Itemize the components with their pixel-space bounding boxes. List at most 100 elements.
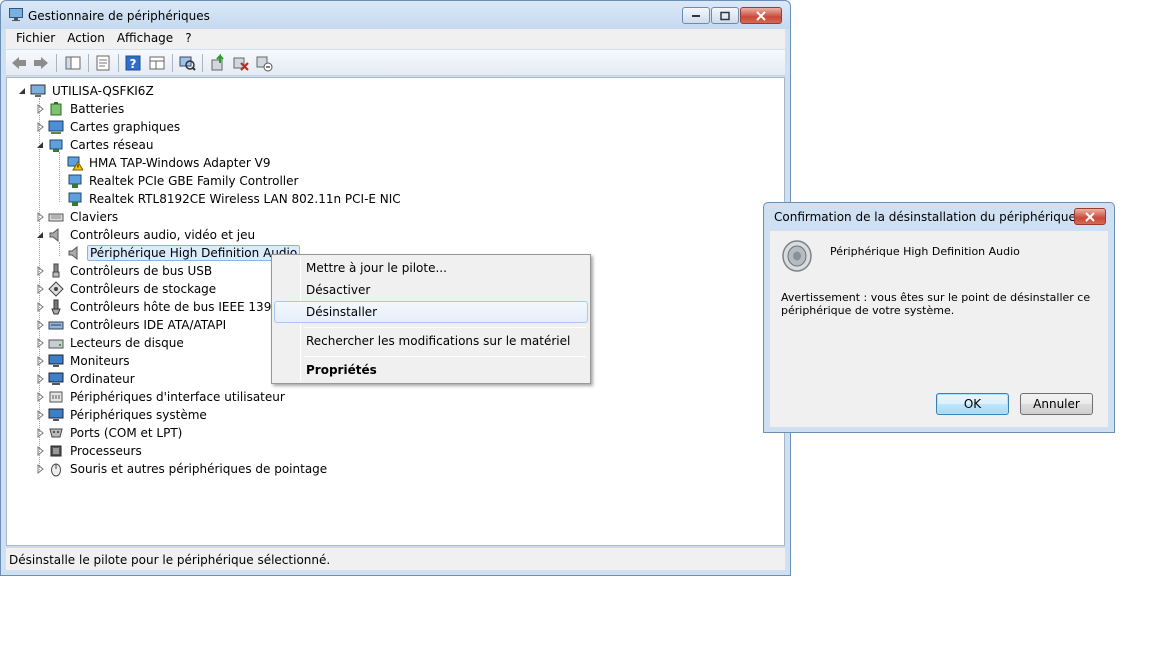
tree-item-peripheriques-systeme[interactable]: Périphériques système <box>35 406 209 424</box>
expand-arrow-icon[interactable] <box>35 392 45 402</box>
expand-arrow-icon[interactable] <box>35 374 45 384</box>
uninstall-icon[interactable] <box>232 54 250 72</box>
view-icon[interactable] <box>148 54 166 72</box>
close-icon <box>756 10 766 21</box>
title-bar[interactable]: Gestionnaire de périphériques <box>1 1 790 29</box>
menu-item-disable[interactable]: Désactiver <box>274 279 588 301</box>
speaker-icon <box>782 240 812 272</box>
expand-arrow-icon[interactable] <box>35 356 45 366</box>
computer-icon <box>48 372 64 385</box>
status-text: Désinstalle le pilote pour le périphériq… <box>9 553 331 567</box>
menu-item-update-driver[interactable]: Mettre à jour le pilote... <box>274 257 588 279</box>
collapse-arrow-icon[interactable] <box>17 86 27 96</box>
expand-arrow-icon[interactable] <box>35 266 45 276</box>
tree-item-hd-audio[interactable]: Périphérique High Definition Audio <box>67 244 301 262</box>
expand-arrow-icon[interactable] <box>35 446 45 456</box>
menu-action[interactable]: Action <box>61 29 111 49</box>
expand-arrow-icon[interactable] <box>35 320 45 330</box>
tree-item-label: Contrôleurs hôte de bus IEEE 1394 <box>70 300 279 314</box>
menu-item-scan-hardware[interactable]: Rechercher les modifications sur le maté… <box>274 330 588 352</box>
tree-item-ordinateur[interactable]: Ordinateur <box>35 370 137 388</box>
monitor-icon <box>48 354 64 367</box>
restore-button[interactable] <box>711 7 739 24</box>
expand-arrow-icon[interactable] <box>35 302 45 312</box>
tree-item-label: Cartes réseau <box>70 138 154 152</box>
context-menu: Mettre à jour le pilote... Désactiver Dé… <box>271 254 591 384</box>
menu-item-uninstall[interactable]: Désinstaller <box>274 301 588 323</box>
forward-arrow-icon[interactable] <box>32 54 50 72</box>
menu-affichage[interactable]: Affichage <box>111 29 179 49</box>
device-manager-icon <box>9 8 23 21</box>
tree-item-batteries[interactable]: Batteries <box>35 100 126 118</box>
help-icon[interactable]: ? <box>124 54 142 72</box>
minimize-button[interactable] <box>682 7 710 24</box>
tree-item-ide[interactable]: Contrôleurs IDE ATA/ATAPI <box>35 316 228 334</box>
mouse-icon <box>51 463 61 477</box>
display-adapter-icon <box>48 120 64 134</box>
properties-icon[interactable] <box>94 54 112 72</box>
tree-item-realtek-gbe[interactable]: Realtek PCIe GBE Family Controller <box>67 172 300 190</box>
scan-hardware-icon[interactable] <box>178 54 196 72</box>
port-icon <box>49 428 63 438</box>
tree-item-cartes-graphiques[interactable]: Cartes graphiques <box>35 118 182 136</box>
tree-item-claviers[interactable]: Claviers <box>35 208 120 226</box>
tree-item-label: Lecteurs de disque <box>70 336 184 350</box>
tree-item-stockage[interactable]: Contrôleurs de stockage <box>35 280 218 298</box>
restore-icon <box>720 11 730 20</box>
show-hide-tree-icon[interactable] <box>64 54 82 72</box>
tree-item-label: Périphériques d'interface utilisateur <box>70 390 285 404</box>
storage-icon <box>48 281 64 297</box>
dialog-title: Confirmation de la désinstallation du pé… <box>774 210 1076 224</box>
close-icon <box>1085 211 1095 222</box>
close-button[interactable] <box>740 7 782 24</box>
menu-fichier[interactable]: Fichier <box>10 29 61 49</box>
disk-icon <box>48 339 64 349</box>
expand-arrow-icon[interactable] <box>35 338 45 348</box>
ok-button[interactable]: OK <box>936 393 1009 415</box>
window-title: Gestionnaire de périphériques <box>28 9 210 23</box>
ide-icon <box>48 321 64 330</box>
tree-item-lecteurs-disque[interactable]: Lecteurs de disque <box>35 334 186 352</box>
tree-root[interactable]: UTILISA-QSFKI6Z <box>17 82 156 100</box>
tree-item-usb[interactable]: Contrôleurs de bus USB <box>35 262 214 280</box>
update-driver-icon[interactable] <box>209 54 227 72</box>
tree-item-moniteurs[interactable]: Moniteurs <box>35 352 132 370</box>
minimize-icon <box>692 14 700 17</box>
processor-icon <box>50 445 62 457</box>
collapse-arrow-icon[interactable] <box>35 140 45 150</box>
expand-arrow-icon[interactable] <box>35 464 45 474</box>
tree-item-processeurs[interactable]: Processeurs <box>35 442 144 460</box>
tree-item-label: Claviers <box>70 210 119 224</box>
cancel-button[interactable]: Annuler <box>1020 393 1093 415</box>
disable-icon[interactable] <box>255 54 273 72</box>
dialog-device-name: Périphérique High Definition Audio <box>830 245 1020 258</box>
tree-item-hma-tap[interactable]: HMA TAP-Windows Adapter V9 <box>67 154 272 172</box>
battery-icon <box>50 102 62 116</box>
menu-help[interactable]: ? <box>179 29 197 49</box>
computer-icon <box>30 84 46 97</box>
tree-item-ports[interactable]: Ports (COM et LPT) <box>35 424 184 442</box>
expand-arrow-icon[interactable] <box>35 104 45 114</box>
hid-icon <box>49 391 63 403</box>
expand-arrow-icon[interactable] <box>35 428 45 438</box>
expand-arrow-icon[interactable] <box>35 410 45 420</box>
network-adapter-icon <box>68 174 82 188</box>
expand-arrow-icon[interactable] <box>35 212 45 222</box>
tree-item-souris[interactable]: Souris et autres périphériques de pointa… <box>35 460 329 478</box>
back-arrow-icon[interactable] <box>10 54 28 72</box>
dialog-close-button[interactable] <box>1074 208 1106 225</box>
tree-item-cartes-reseau[interactable]: Cartes réseau <box>35 136 155 154</box>
status-bar: Désinstalle le pilote pour le périphériq… <box>6 547 785 570</box>
collapse-arrow-icon[interactable] <box>35 230 45 240</box>
tree-item-ieee1394[interactable]: Contrôleurs hôte de bus IEEE 1394 <box>35 298 281 316</box>
expand-arrow-icon[interactable] <box>35 122 45 132</box>
tree-item-label: Périphériques système <box>70 408 207 422</box>
tree-item-label: Ports (COM et LPT) <box>70 426 183 440</box>
expand-arrow-icon[interactable] <box>35 284 45 294</box>
tree-item-hid[interactable]: Périphériques d'interface utilisateur <box>35 388 287 406</box>
menu-item-properties[interactable]: Propriétés <box>274 359 588 381</box>
speaker-icon <box>49 227 59 243</box>
tree-item-realtek-wireless[interactable]: Realtek RTL8192CE Wireless LAN 802.11n P… <box>67 190 403 208</box>
menu-bar: Fichier Action Affichage ? <box>6 29 785 49</box>
tree-item-controleurs-audio[interactable]: Contrôleurs audio, vidéo et jeu <box>35 226 257 244</box>
